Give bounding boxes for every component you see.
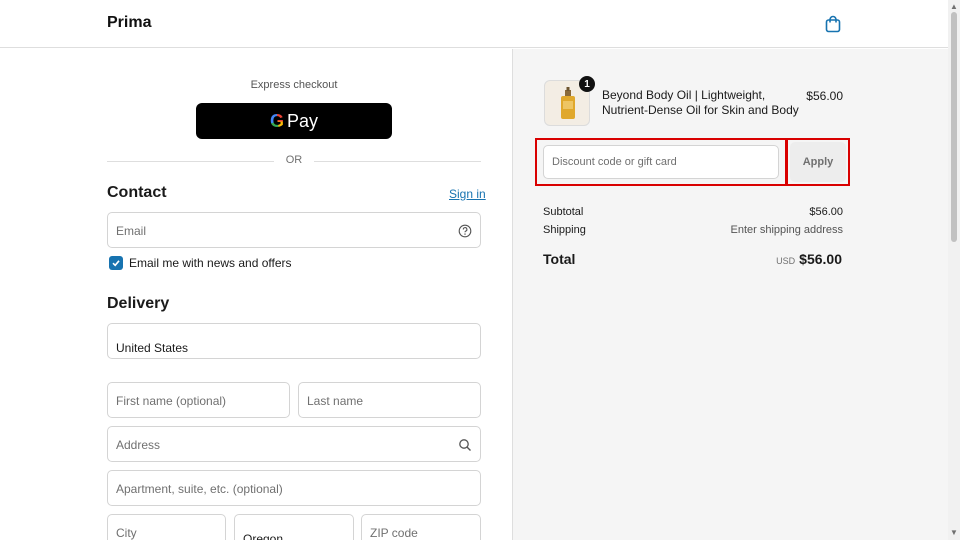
zip-field[interactable]: ZIP code xyxy=(361,514,481,540)
sign-in-link[interactable]: Sign in xyxy=(449,187,486,201)
subtotal-label: Subtotal xyxy=(543,206,584,218)
quantity-badge: 1 xyxy=(579,76,595,92)
express-checkout-label: Express checkout xyxy=(250,79,338,91)
or-divider: OR xyxy=(107,154,481,168)
help-circle-icon[interactable] xyxy=(458,224,472,238)
total-amount: USD $56.00 xyxy=(776,251,842,267)
product-price: $56.00 xyxy=(806,89,843,103)
header: Prima xyxy=(0,0,948,48)
order-summary: 1 Beyond Body Oil | Lightweight, Nutrien… xyxy=(512,49,948,540)
checkout-form: Express checkout G Pay OR Contact Sign i… xyxy=(0,49,512,540)
city-placeholder: City xyxy=(116,526,137,540)
total-currency: USD xyxy=(776,256,796,266)
address-field[interactable]: Address xyxy=(107,426,481,462)
scroll-up-arrow-icon[interactable]: ▲ xyxy=(950,2,958,11)
total-label: Total xyxy=(543,251,576,267)
delivery-title: Delivery xyxy=(107,295,170,312)
page-scrollbar[interactable]: ▲ ▼ xyxy=(948,0,960,540)
google-pay-button[interactable]: G Pay xyxy=(196,103,392,139)
discount-code-input[interactable]: Discount code or gift card xyxy=(543,145,779,179)
shipping-value: Enter shipping address xyxy=(730,224,843,236)
shipping-label: Shipping xyxy=(543,224,586,236)
last-name-field[interactable]: Last name xyxy=(298,382,481,418)
country-value: United States xyxy=(116,341,189,355)
search-icon[interactable] xyxy=(458,438,472,452)
store-logo[interactable]: Prima xyxy=(107,14,151,32)
bag-icon[interactable] xyxy=(824,15,842,33)
or-text: OR xyxy=(285,154,303,166)
apply-button[interactable]: Apply xyxy=(790,142,846,182)
country-select[interactable]: United States xyxy=(107,323,481,359)
google-g-icon: G xyxy=(269,110,284,131)
newsletter-checkbox[interactable] xyxy=(109,256,123,270)
zip-placeholder: ZIP code xyxy=(370,526,418,540)
apply-highlight: Apply xyxy=(786,138,850,186)
discount-placeholder: Discount code or gift card xyxy=(552,156,677,168)
subtotal-value: $56.00 xyxy=(809,206,843,218)
newsletter-checkbox-row[interactable]: Email me with news and offers xyxy=(107,256,292,270)
email-field[interactable]: Email xyxy=(107,212,481,248)
discount-highlight: Discount code or gift card xyxy=(535,138,787,186)
total-value: $56.00 xyxy=(799,251,842,267)
product-name: Beyond Body Oil | Lightweight, Nutrient-… xyxy=(602,88,799,117)
first-name-field[interactable]: First name (optional) xyxy=(107,382,290,418)
google-pay-label: Pay xyxy=(286,110,319,131)
city-field[interactable]: City xyxy=(107,514,226,540)
contact-title: Contact xyxy=(107,184,167,201)
first-name-placeholder: First name (optional) xyxy=(116,394,227,408)
divider-line-right xyxy=(314,161,481,162)
checkmark-icon xyxy=(112,260,120,267)
email-placeholder: Email xyxy=(116,224,147,238)
newsletter-label: Email me with news and offers xyxy=(129,256,292,270)
scrollbar-thumb[interactable] xyxy=(951,12,957,242)
apartment-placeholder: Apartment, suite, etc. (optional) xyxy=(116,482,283,496)
state-value: Oregon xyxy=(243,532,284,540)
state-select[interactable]: Oregon xyxy=(234,514,354,540)
last-name-placeholder: Last name xyxy=(307,394,364,408)
apartment-field[interactable]: Apartment, suite, etc. (optional) xyxy=(107,470,481,506)
scroll-down-arrow-icon[interactable]: ▼ xyxy=(950,528,958,537)
address-placeholder: Address xyxy=(116,438,161,452)
